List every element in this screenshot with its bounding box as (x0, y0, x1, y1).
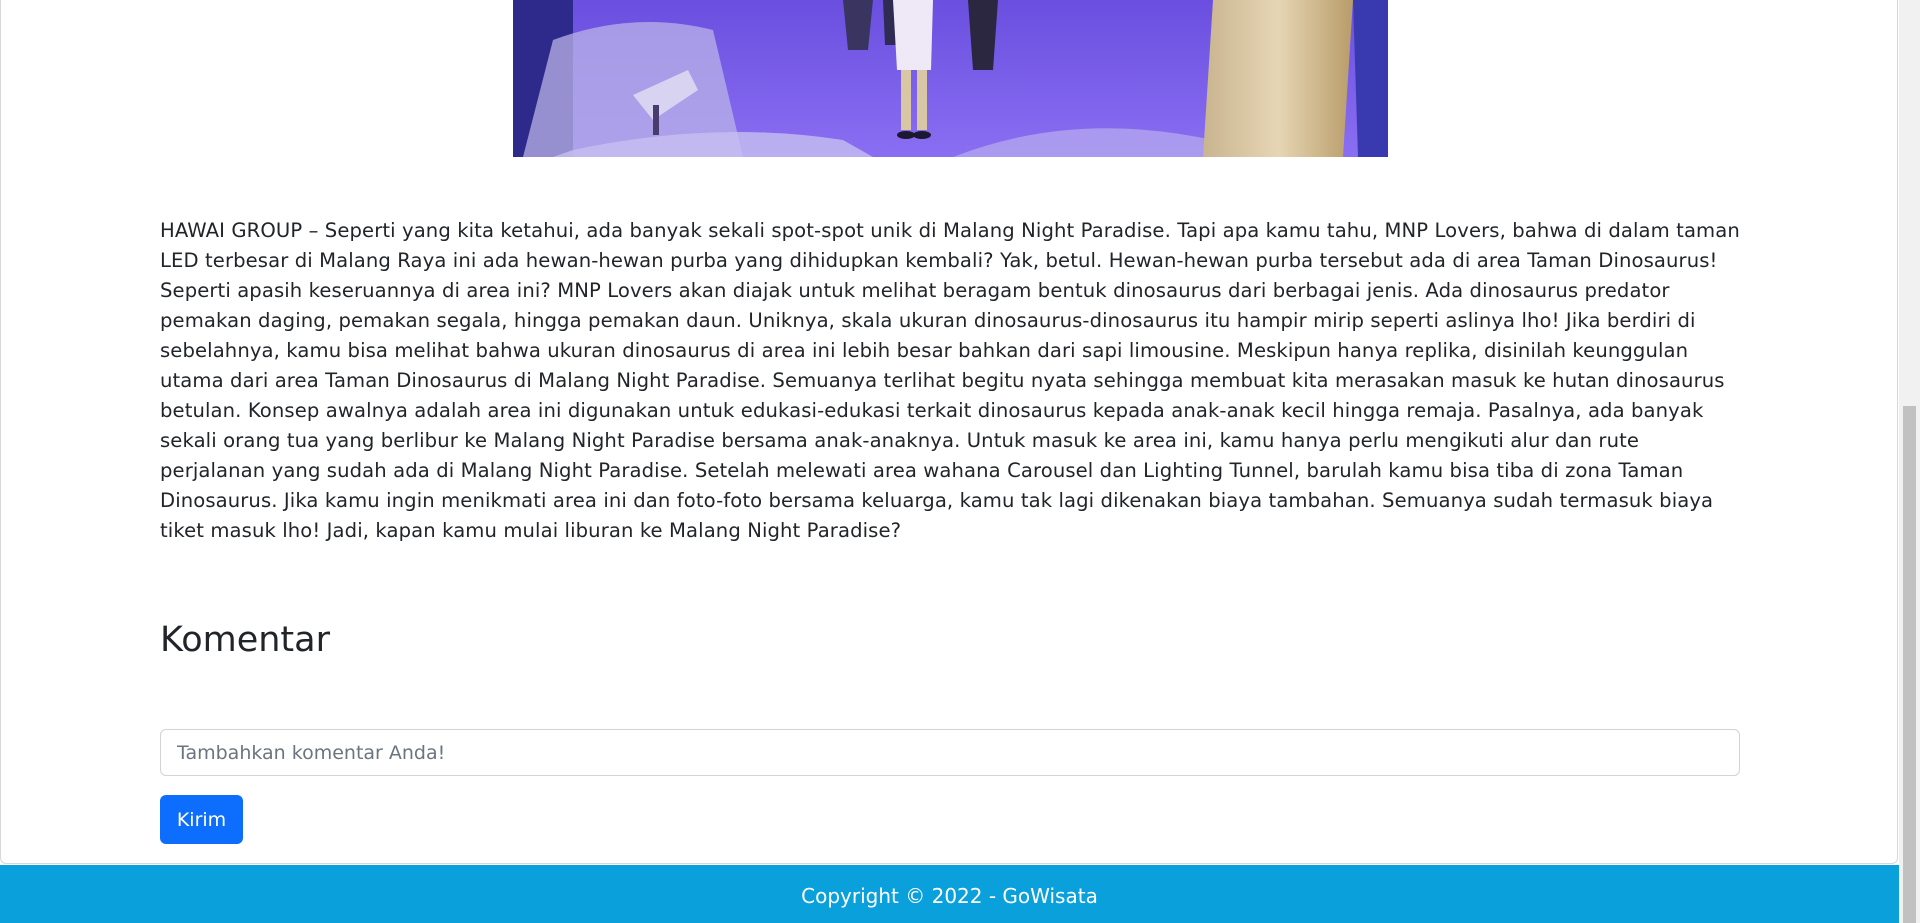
footer: Copyright © 2022 - GoWisata (0, 865, 1899, 923)
footer-copyright: Copyright © 2022 - GoWisata (801, 884, 1098, 908)
article-card: HAWAI GROUP – Seperti yang kita ketahui,… (0, 0, 1898, 864)
comment-input[interactable] (160, 729, 1740, 776)
page: HAWAI GROUP – Seperti yang kita ketahui,… (0, 0, 1920, 923)
scrollbar-thumb[interactable] (1903, 406, 1916, 923)
article-body: HAWAI GROUP – Seperti yang kita ketahui,… (160, 219, 1740, 542)
page-scrollbar[interactable] (1899, 0, 1920, 923)
article-hero-image (513, 0, 1388, 157)
comments-title: Komentar (160, 620, 330, 660)
submit-comment-button[interactable]: Kirim (160, 795, 243, 844)
hero-photo-illustration (513, 0, 1388, 157)
